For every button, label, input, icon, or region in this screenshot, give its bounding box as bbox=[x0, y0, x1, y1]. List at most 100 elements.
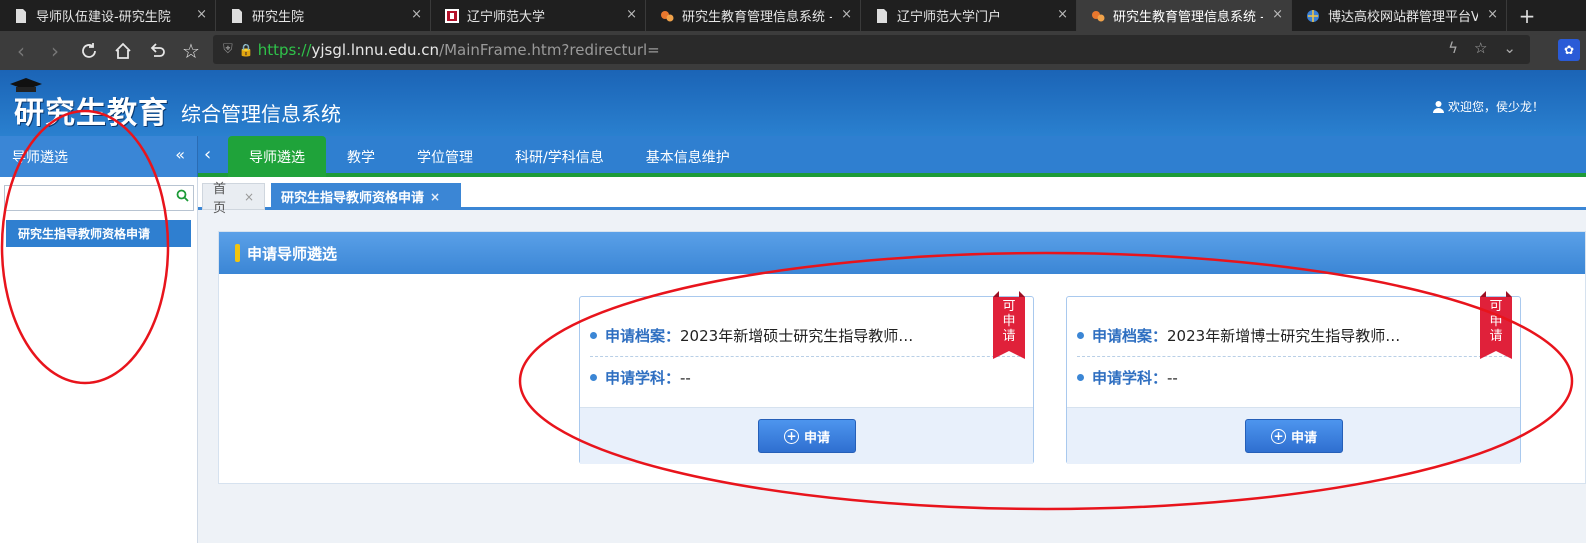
chevron-down-icon[interactable]: ⌄ bbox=[1503, 39, 1516, 57]
browser-tab[interactable]: 博达高校网站群管理平台V11 × bbox=[1292, 0, 1507, 31]
star-icon[interactable]: ☆ bbox=[174, 34, 208, 68]
nav-item-research-info[interactable]: 科研/学科信息 bbox=[494, 136, 625, 177]
shield-icon: ⛨ bbox=[223, 42, 233, 57]
forward-icon[interactable]: › bbox=[38, 34, 72, 68]
chevron-left-icon[interactable]: ‹ bbox=[204, 144, 211, 165]
nav-item-degree-management[interactable]: 学位管理 bbox=[396, 136, 494, 177]
browser-tab-title: 研究生教育管理信息系统 - - 辽 bbox=[1113, 10, 1263, 25]
nav-item-teaching[interactable]: 教学 bbox=[326, 136, 396, 177]
home-icon[interactable] bbox=[106, 34, 140, 68]
back-icon[interactable]: ‹ bbox=[4, 34, 38, 68]
bullet-dot-icon bbox=[1077, 374, 1084, 381]
card-divider bbox=[1077, 356, 1507, 357]
archive-value: 2023年新增博士研究生指导教师… bbox=[1167, 327, 1401, 345]
subject-label: 申请学科： bbox=[1092, 369, 1168, 387]
close-icon[interactable]: × bbox=[841, 7, 852, 22]
browser-tab[interactable]: 研究生院 × bbox=[216, 0, 431, 31]
document-icon bbox=[875, 8, 889, 23]
page-tab-current[interactable]: 研究生指导教师资格申请 × bbox=[271, 183, 461, 210]
ribbon-char: 可 bbox=[1002, 299, 1016, 314]
card-footer: + 申请 bbox=[580, 407, 1033, 464]
document-icon bbox=[230, 8, 244, 23]
address-bar: ‹ › ☆ ⛨ 🔒 https:// yjsgl.lnnu.edu.cn /Ma… bbox=[0, 31, 1586, 70]
browser-tab-title: 研究生教育管理信息系统 - - 辽 bbox=[682, 10, 832, 25]
ribbon-char: 申 bbox=[1002, 314, 1016, 329]
lightning-icon[interactable]: ϟ bbox=[1448, 39, 1458, 57]
nav-item-basic-info[interactable]: 基本信息维护 bbox=[625, 136, 751, 177]
sidebar-title: 导师遴选 bbox=[12, 149, 68, 166]
browser-tab[interactable]: 辽宁师范大学 × bbox=[431, 0, 646, 31]
browser-tab-title: 博达高校网站群管理平台V11 bbox=[1328, 10, 1478, 25]
page-tab-home[interactable]: 首页 × bbox=[202, 182, 265, 216]
close-icon[interactable]: × bbox=[626, 7, 637, 22]
card-footer: + 申请 bbox=[1067, 407, 1520, 464]
application-card: 申请档案： 2023年新增硕士研究生指导教师… 申请学科： -- 可 申 请 +… bbox=[579, 291, 1034, 464]
browser-tab[interactable]: 辽宁师范大学门户 × bbox=[861, 0, 1077, 31]
browser-tab-title: 研究生院 bbox=[252, 10, 305, 25]
reload-icon[interactable] bbox=[72, 34, 106, 68]
welcome-text: 欢迎您，侯少龙！ bbox=[1448, 100, 1545, 114]
subject-row: 申请学科： -- bbox=[590, 367, 691, 388]
app-header: 研究生教育 综合管理信息系统 欢迎您，侯少龙！ bbox=[0, 70, 1586, 136]
url-protocol: https:// bbox=[257, 40, 312, 59]
browser-tab[interactable]: 研究生教育管理信息系统 - - 辽 × bbox=[646, 0, 861, 31]
card-divider bbox=[590, 356, 1020, 357]
subject-row: 申请学科： -- bbox=[1077, 367, 1178, 388]
welcome-user[interactable]: 欢迎您，侯少龙！ bbox=[1432, 98, 1544, 115]
globe-icon bbox=[1306, 9, 1320, 23]
close-icon[interactable]: × bbox=[411, 7, 422, 22]
archive-row: 申请档案： 2023年新增硕士研究生指导教师… bbox=[590, 325, 913, 346]
archive-label: 申请档案： bbox=[1092, 327, 1168, 345]
close-icon[interactable]: × bbox=[1487, 7, 1498, 22]
url-host: yjsgl.lnnu.edu.cn bbox=[311, 40, 440, 59]
apply-button[interactable]: + 申请 bbox=[1245, 419, 1343, 453]
nav-item-tutor-selection[interactable]: 导师遴选 bbox=[228, 136, 326, 177]
ribbon-char: 请 bbox=[1489, 329, 1503, 344]
bookmark-star-icon[interactable]: ☆ bbox=[1474, 39, 1487, 57]
logo-title: 研究生教育 bbox=[14, 96, 169, 131]
subject-value: -- bbox=[1167, 368, 1178, 387]
archive-row: 申请档案： 2023年新增博士研究生指导教师… bbox=[1077, 325, 1400, 346]
close-icon[interactable]: × bbox=[196, 7, 207, 22]
extension-paw-icon[interactable]: ✿ bbox=[1558, 39, 1580, 61]
close-icon[interactable]: × bbox=[430, 190, 440, 204]
double-chevron-left-icon[interactable]: « bbox=[175, 145, 185, 164]
chat-bubbles-icon bbox=[1091, 9, 1105, 23]
page-tab-strip: 首页 × 研究生指导教师资格申请 × bbox=[198, 177, 1586, 216]
chat-bubbles-icon bbox=[660, 9, 674, 23]
sidebar-search-input[interactable] bbox=[5, 186, 170, 210]
main-content: 首页 × 研究生指导教师资格申请 × 申请导师遴选 申请档案： 2023年新增硕… bbox=[198, 177, 1586, 543]
browser-tab-title: 辽宁师范大学门户 bbox=[897, 10, 1002, 25]
sidebar-header: 导师遴选 « bbox=[0, 136, 198, 177]
search-icon[interactable] bbox=[176, 189, 189, 206]
apply-button-label: 申请 bbox=[1290, 430, 1317, 446]
browser-tab-title: 导师队伍建设-研究生院 bbox=[36, 10, 171, 25]
archive-value: 2023年新增硕士研究生指导教师… bbox=[680, 327, 914, 345]
panel-title: 申请导师遴选 bbox=[247, 244, 338, 263]
undo-icon[interactable] bbox=[140, 34, 174, 68]
close-icon[interactable]: × bbox=[244, 190, 254, 204]
plus-circle-icon: + bbox=[783, 428, 799, 444]
browser-tab[interactable]: 导师队伍建设-研究生院 × bbox=[0, 0, 216, 31]
bullet-dot-icon bbox=[590, 332, 597, 339]
panel-header-marker bbox=[235, 244, 240, 262]
url-input[interactable]: ⛨ 🔒 https:// yjsgl.lnnu.edu.cn /MainFram… bbox=[213, 35, 1530, 64]
apply-button[interactable]: + 申请 bbox=[758, 419, 856, 453]
archive-label: 申请档案： bbox=[605, 327, 681, 345]
document-icon bbox=[14, 8, 28, 23]
browser-tab-active[interactable]: 研究生教育管理信息系统 - - 辽 × bbox=[1077, 0, 1292, 31]
ribbon-label: 可 申 请 bbox=[993, 299, 1025, 344]
close-icon[interactable]: × bbox=[1272, 7, 1283, 22]
ribbon-char: 申 bbox=[1489, 314, 1503, 329]
new-tab-button[interactable]: + bbox=[1507, 0, 1547, 31]
bullet-dot-icon bbox=[590, 374, 597, 381]
sidebar-item-tutor-qualification[interactable]: 研究生指导教师资格申请 bbox=[6, 220, 191, 247]
plus-circle-icon: + bbox=[1270, 428, 1286, 444]
ribbon-label: 可 申 请 bbox=[1480, 299, 1512, 344]
subject-value: -- bbox=[680, 368, 691, 387]
close-icon[interactable]: × bbox=[1057, 7, 1068, 22]
user-icon bbox=[1433, 101, 1444, 113]
lock-icon: 🔒 bbox=[238, 42, 254, 57]
ribbon-char: 请 bbox=[1002, 329, 1016, 344]
page-tab-current-label: 研究生指导教师资格申请 bbox=[281, 191, 425, 206]
